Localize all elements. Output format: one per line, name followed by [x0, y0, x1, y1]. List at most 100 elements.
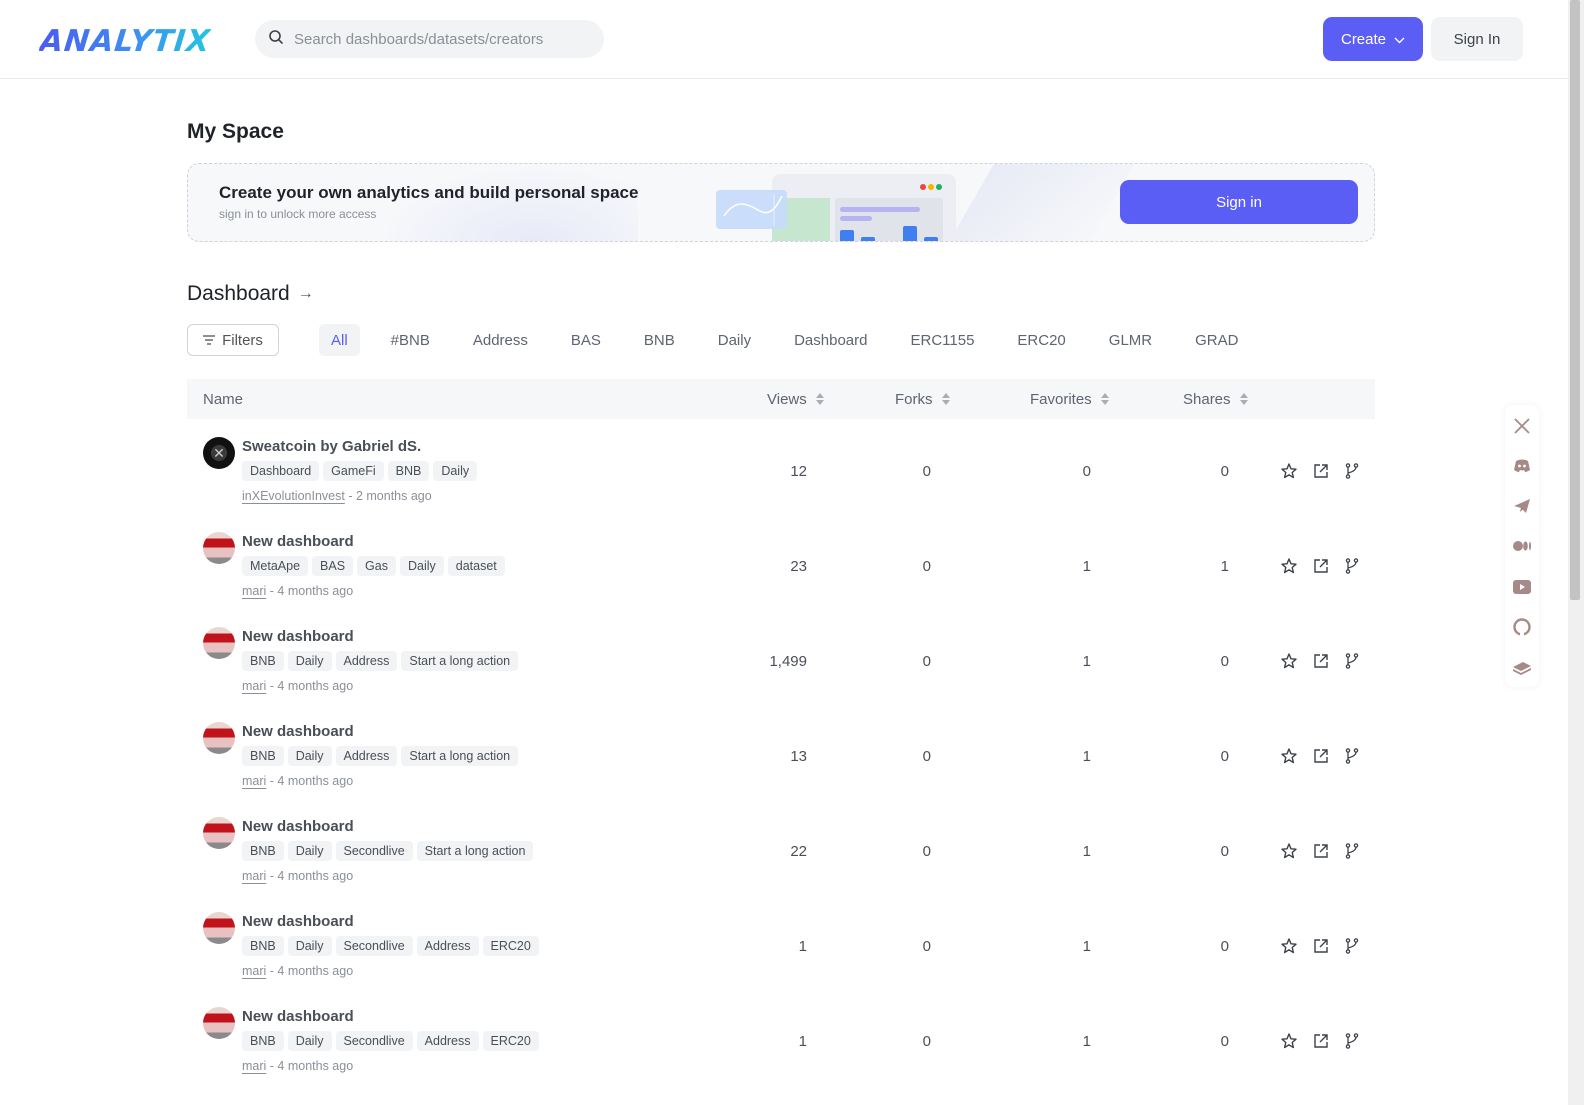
- sort-icon[interactable]: [941, 393, 950, 405]
- tag-chip[interactable]: BNB: [242, 746, 284, 766]
- tag-chip[interactable]: Dashboard: [242, 461, 320, 481]
- tag-tab-dashboard[interactable]: Dashboard: [782, 324, 879, 356]
- tag-tab-erc20[interactable]: ERC20: [1005, 324, 1077, 356]
- filters-button[interactable]: Filters: [187, 324, 279, 356]
- dashboard-title-link[interactable]: New dashboard: [242, 628, 354, 645]
- column-header-favorites[interactable]: Favorites: [1030, 379, 1109, 419]
- table-row[interactable]: New dashboard BNB Daily Address Start a long…: [187, 615, 1375, 710]
- dashboard-title-link[interactable]: New dashboard: [242, 818, 354, 835]
- table-row[interactable]: New dashboard BNB Daily Secondlive Start a l…: [187, 805, 1375, 900]
- dashboard-title-link[interactable]: New dashboard: [242, 1008, 354, 1025]
- fork-icon[interactable]: [1343, 747, 1361, 765]
- youtube-icon[interactable]: [1512, 577, 1532, 597]
- tag-chip[interactable]: Start a long action: [401, 651, 519, 671]
- telegram-icon[interactable]: [1512, 496, 1532, 516]
- dashboard-title-link[interactable]: New dashboard: [242, 533, 354, 550]
- open-external-icon[interactable]: [1312, 747, 1330, 765]
- author-link[interactable]: mari: [242, 679, 266, 693]
- avatar[interactable]: [203, 532, 235, 564]
- tag-chip[interactable]: Address: [335, 651, 398, 671]
- create-button[interactable]: Create: [1323, 17, 1423, 61]
- tag-chip[interactable]: Daily: [287, 1031, 332, 1051]
- search-input[interactable]: [294, 30, 584, 48]
- avatar[interactable]: [203, 1007, 235, 1039]
- fork-icon[interactable]: [1343, 1032, 1361, 1050]
- table-row[interactable]: New dashboard BNB Daily Secondlive Address ER…: [187, 995, 1375, 1090]
- sort-icon[interactable]: [1239, 393, 1248, 405]
- tag-chip[interactable]: Secondlive: [335, 1031, 413, 1051]
- star-icon[interactable]: [1280, 747, 1298, 765]
- open-external-icon[interactable]: [1312, 652, 1330, 670]
- tag-chip[interactable]: Gas: [357, 556, 396, 576]
- logo[interactable]: ANALYTIX: [38, 24, 212, 59]
- tag-chip[interactable]: Address: [335, 746, 398, 766]
- author-link[interactable]: mari: [242, 869, 266, 883]
- author-link[interactable]: mari: [242, 584, 266, 598]
- tag-chip[interactable]: BAS: [312, 556, 354, 576]
- open-external-icon[interactable]: [1312, 842, 1330, 860]
- tag-chip[interactable]: MetaApe: [242, 556, 309, 576]
- tag-chip[interactable]: Daily: [287, 841, 332, 861]
- dashboard-section-title[interactable]: Dashboard →: [187, 282, 314, 306]
- open-external-icon[interactable]: [1312, 557, 1330, 575]
- tag-chip[interactable]: BNB: [242, 651, 284, 671]
- column-header-views[interactable]: Views: [767, 379, 824, 419]
- tag-chip[interactable]: Address: [416, 1031, 479, 1051]
- tag-chip[interactable]: Start a long action: [401, 746, 519, 766]
- scrollbar-thumb[interactable]: [1570, 0, 1580, 600]
- banner-sign-in-button[interactable]: Sign in: [1120, 180, 1358, 224]
- avatar[interactable]: ✕: [203, 437, 235, 469]
- avatar[interactable]: [203, 912, 235, 944]
- star-icon[interactable]: [1280, 937, 1298, 955]
- tag-chip[interactable]: BNB: [242, 841, 284, 861]
- open-external-icon[interactable]: [1312, 937, 1330, 955]
- table-row[interactable]: ✕ Sweatcoin by Gabriel dS. Dashboard GameFi…: [187, 425, 1375, 520]
- search-bar[interactable]: [255, 20, 604, 58]
- star-icon[interactable]: [1280, 1032, 1298, 1050]
- column-header-forks[interactable]: Forks: [895, 379, 950, 419]
- tag-tab-daily[interactable]: Daily: [706, 324, 763, 356]
- tag-chip[interactable]: Daily: [287, 651, 332, 671]
- fork-icon[interactable]: [1343, 842, 1361, 860]
- dashboard-title-link[interactable]: New dashboard: [242, 723, 354, 740]
- author-link[interactable]: mari: [242, 1059, 266, 1073]
- tag-chip[interactable]: Address: [416, 936, 479, 956]
- tag-tab-bnb[interactable]: BNB: [632, 324, 687, 356]
- column-header-shares[interactable]: Shares: [1183, 379, 1248, 419]
- sort-icon[interactable]: [1100, 393, 1109, 405]
- tag-chip[interactable]: BNB: [387, 461, 430, 481]
- star-icon[interactable]: [1280, 842, 1298, 860]
- tag-chip[interactable]: BNB: [242, 936, 284, 956]
- page-scrollbar[interactable]: [1568, 0, 1584, 1105]
- tag-chip[interactable]: BNB: [242, 1031, 284, 1051]
- dashboard-title-link[interactable]: New dashboard: [242, 913, 354, 930]
- tag-chip[interactable]: GameFi: [323, 461, 384, 481]
- github-icon[interactable]: [1512, 617, 1532, 637]
- tag-chip[interactable]: Secondlive: [335, 936, 413, 956]
- tag-tab-address[interactable]: Address: [461, 324, 540, 356]
- tag-chip[interactable]: Daily: [399, 556, 444, 576]
- medium-icon[interactable]: [1512, 536, 1532, 556]
- avatar[interactable]: [203, 627, 235, 659]
- x-icon[interactable]: [1512, 416, 1532, 436]
- author-link[interactable]: mari: [242, 774, 266, 788]
- tag-tab-erc1155[interactable]: ERC1155: [898, 324, 986, 356]
- tag-tab-glmr[interactable]: GLMR: [1097, 324, 1164, 356]
- dashboard-title-link[interactable]: Sweatcoin by Gabriel dS.: [242, 438, 421, 455]
- tag-chip[interactable]: Secondlive: [335, 841, 413, 861]
- tag-chip[interactable]: Daily: [433, 461, 478, 481]
- table-row[interactable]: New dashboard MetaApe BAS Gas Daily dataset ma…: [187, 520, 1375, 615]
- sort-icon[interactable]: [815, 393, 824, 405]
- avatar[interactable]: [203, 817, 235, 849]
- tag-tab-grad[interactable]: GRAD: [1183, 324, 1250, 356]
- tag-tab-hash-bnb[interactable]: #BNB: [379, 324, 442, 356]
- open-external-icon[interactable]: [1312, 1032, 1330, 1050]
- author-link[interactable]: mari: [242, 964, 266, 978]
- table-row[interactable]: New dashboard BNB Daily Secondlive Address ER…: [187, 900, 1375, 995]
- fork-icon[interactable]: [1343, 652, 1361, 670]
- tag-chip[interactable]: Daily: [287, 746, 332, 766]
- fork-icon[interactable]: [1343, 937, 1361, 955]
- sign-in-button[interactable]: Sign In: [1431, 17, 1523, 61]
- star-icon[interactable]: [1280, 557, 1298, 575]
- tag-tab-all[interactable]: All: [319, 324, 360, 356]
